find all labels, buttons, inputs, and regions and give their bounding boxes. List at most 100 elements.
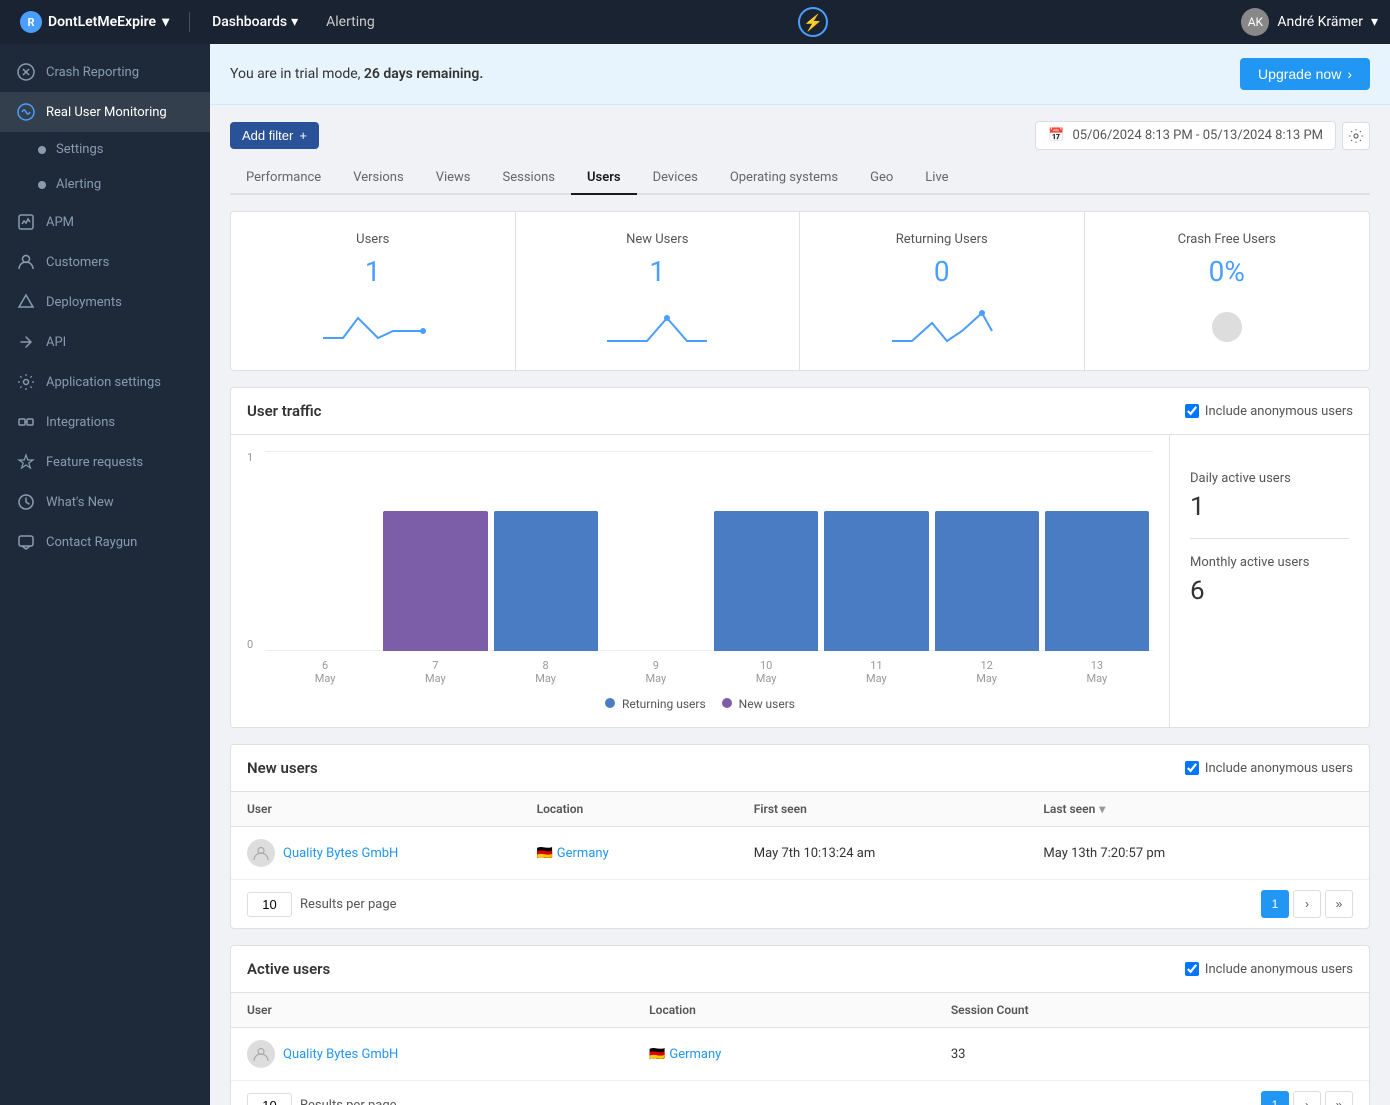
- legend-returning: Returning users: [605, 697, 706, 711]
- tabs-bar: Performance Versions Views Sessions User…: [230, 162, 1370, 195]
- stat-new-users: New Users 1: [516, 212, 801, 370]
- new-users-page-last[interactable]: »: [1325, 890, 1353, 918]
- chart-stats-panel: Daily active users 1 Monthly active user…: [1169, 435, 1369, 727]
- brand-chevron: ▾: [162, 14, 169, 30]
- active-users-title: Active users: [247, 960, 330, 978]
- sidebar-item-contact[interactable]: Contact Raygun: [0, 522, 210, 562]
- stat-users-value: 1: [251, 255, 495, 288]
- sidebar-item-rum[interactable]: Real User Monitoring: [0, 92, 210, 132]
- y-axis-0: 0: [247, 638, 253, 651]
- bar-col-13may: [1045, 511, 1149, 651]
- date-range-picker[interactable]: 📅 05/06/2024 8:13 PM - 05/13/2024 8:13 P…: [1035, 121, 1336, 150]
- sidebar-item-whats-new[interactable]: What's New: [0, 482, 210, 522]
- nav-dashboards[interactable]: Dashboards ▾: [202, 10, 308, 34]
- active-users-header: Active users Include anonymous users: [231, 946, 1369, 993]
- brand-logo[interactable]: R DontLetMeExpire ▾: [12, 7, 177, 37]
- include-anon-input-traffic[interactable]: [1185, 404, 1199, 418]
- app-settings-icon: [16, 372, 36, 392]
- user-name-0[interactable]: Quality Bytes GmbH: [283, 846, 398, 861]
- new-users-row-0: Quality Bytes GmbH 🇩🇪 Germany May 7th 10…: [231, 827, 1369, 880]
- tab-operating-systems[interactable]: Operating systems: [714, 162, 854, 195]
- api-label: API: [46, 335, 66, 350]
- new-users-section: New users Include anonymous users User L…: [230, 744, 1370, 929]
- active-users-page-last[interactable]: »: [1325, 1091, 1353, 1105]
- last-seen-sort-icon[interactable]: ▾: [1099, 802, 1105, 816]
- user-menu[interactable]: AK André Krämer ▾: [1241, 8, 1378, 36]
- app-body: Crash Reporting Real User Monitoring Set…: [0, 44, 1390, 1105]
- sidebar-item-feature-requests[interactable]: Feature requests: [0, 442, 210, 482]
- crash-reporting-label: Crash Reporting: [46, 65, 139, 80]
- include-anon-checkbox-traffic[interactable]: Include anonymous users: [1185, 404, 1353, 419]
- nav-separator: [189, 12, 190, 32]
- sidebar-item-integrations[interactable]: Integrations: [0, 402, 210, 442]
- integrations-icon: [16, 412, 36, 432]
- rum-label: Real User Monitoring: [46, 105, 167, 120]
- tab-live[interactable]: Live: [909, 162, 964, 195]
- x-label-13: 13May: [1045, 659, 1149, 685]
- monthly-active-stat: Monthly active users 6: [1190, 539, 1349, 622]
- sidebar-item-customers[interactable]: Customers: [0, 242, 210, 282]
- sidebar-item-app-settings[interactable]: Application settings: [0, 362, 210, 402]
- stat-crash-free: Crash Free Users 0%: [1085, 212, 1370, 370]
- sidebar-item-alerting[interactable]: Alerting: [0, 167, 210, 202]
- active-users-table: User Location Session Count: [231, 993, 1369, 1105]
- user-traffic-title: User traffic: [247, 402, 322, 420]
- sidebar-item-apm[interactable]: APM: [0, 202, 210, 242]
- active-users-results-label: Results per page: [300, 1098, 397, 1105]
- tab-versions[interactable]: Versions: [337, 162, 419, 195]
- tab-users[interactable]: Users: [571, 162, 637, 195]
- stat-returning-value: 0: [820, 255, 1064, 288]
- active-users-page-1[interactable]: 1: [1261, 1091, 1289, 1105]
- alerting-label: Alerting: [56, 177, 101, 192]
- new-users-title: New users: [247, 759, 318, 777]
- include-anon-checkbox-new[interactable]: Include anonymous users: [1185, 761, 1353, 776]
- monthly-active-value: 6: [1190, 576, 1349, 606]
- new-users-page-next[interactable]: ›: [1293, 890, 1321, 918]
- active-flag-0: 🇩🇪: [649, 1047, 665, 1062]
- col-active-location: Location: [649, 1003, 951, 1017]
- new-users-page-1[interactable]: 1: [1261, 890, 1289, 918]
- tab-sessions[interactable]: Sessions: [487, 162, 572, 195]
- upgrade-button[interactable]: Upgrade now ›: [1240, 58, 1370, 90]
- alerting-dot: [38, 181, 46, 189]
- include-anon-checkbox-active[interactable]: Include anonymous users: [1185, 962, 1353, 977]
- active-user-name-0[interactable]: Quality Bytes GmbH: [283, 1047, 398, 1062]
- stat-users-label: Users: [251, 232, 495, 247]
- new-users-page-size[interactable]: [247, 892, 292, 917]
- tab-views[interactable]: Views: [420, 162, 487, 195]
- location-0[interactable]: Germany: [557, 846, 609, 861]
- flash-icon[interactable]: ⚡: [798, 7, 828, 37]
- sidebar-item-deployments[interactable]: Deployments: [0, 282, 210, 322]
- monthly-active-label: Monthly active users: [1190, 555, 1349, 570]
- first-seen-0: May 7th 10:13:24 am: [754, 846, 1044, 861]
- active-users-page-next[interactable]: ›: [1293, 1091, 1321, 1105]
- nav-alerting[interactable]: Alerting: [316, 10, 385, 34]
- tab-performance[interactable]: Performance: [230, 162, 337, 195]
- bar-col-10may: [714, 511, 818, 651]
- sidebar-item-settings[interactable]: Settings: [0, 132, 210, 167]
- legend-new-dot: [722, 698, 732, 708]
- x-label-8: 8May: [494, 659, 598, 685]
- add-filter-button[interactable]: Add filter +: [230, 122, 319, 149]
- trial-text: You are in trial mode, 26 days remaining…: [230, 66, 483, 82]
- tab-geo[interactable]: Geo: [854, 162, 909, 195]
- sidebar-item-crash-reporting[interactable]: Crash Reporting: [0, 52, 210, 92]
- stat-users-chart: [251, 300, 495, 350]
- sidebar-item-api[interactable]: API: [0, 322, 210, 362]
- user-traffic-header: User traffic Include anonymous users: [231, 388, 1369, 435]
- x-label-10: 10May: [714, 659, 818, 685]
- y-axis-1: 1: [247, 451, 253, 464]
- active-users-page-size[interactable]: [247, 1093, 292, 1105]
- integrations-label: Integrations: [46, 415, 115, 430]
- last-seen-0: May 13th 7:20:57 pm: [1043, 846, 1333, 861]
- active-location-0[interactable]: Germany: [669, 1047, 721, 1062]
- col-user: User: [247, 802, 537, 816]
- daily-active-label: Daily active users: [1190, 471, 1349, 486]
- tab-devices[interactable]: Devices: [637, 162, 714, 195]
- calendar-icon: 📅: [1048, 128, 1064, 143]
- settings-gear-button[interactable]: [1342, 122, 1370, 150]
- customers-label: Customers: [46, 255, 109, 270]
- include-anon-input-new[interactable]: [1185, 761, 1199, 775]
- include-anon-input-active[interactable]: [1185, 962, 1199, 976]
- bar-7may: [383, 511, 487, 651]
